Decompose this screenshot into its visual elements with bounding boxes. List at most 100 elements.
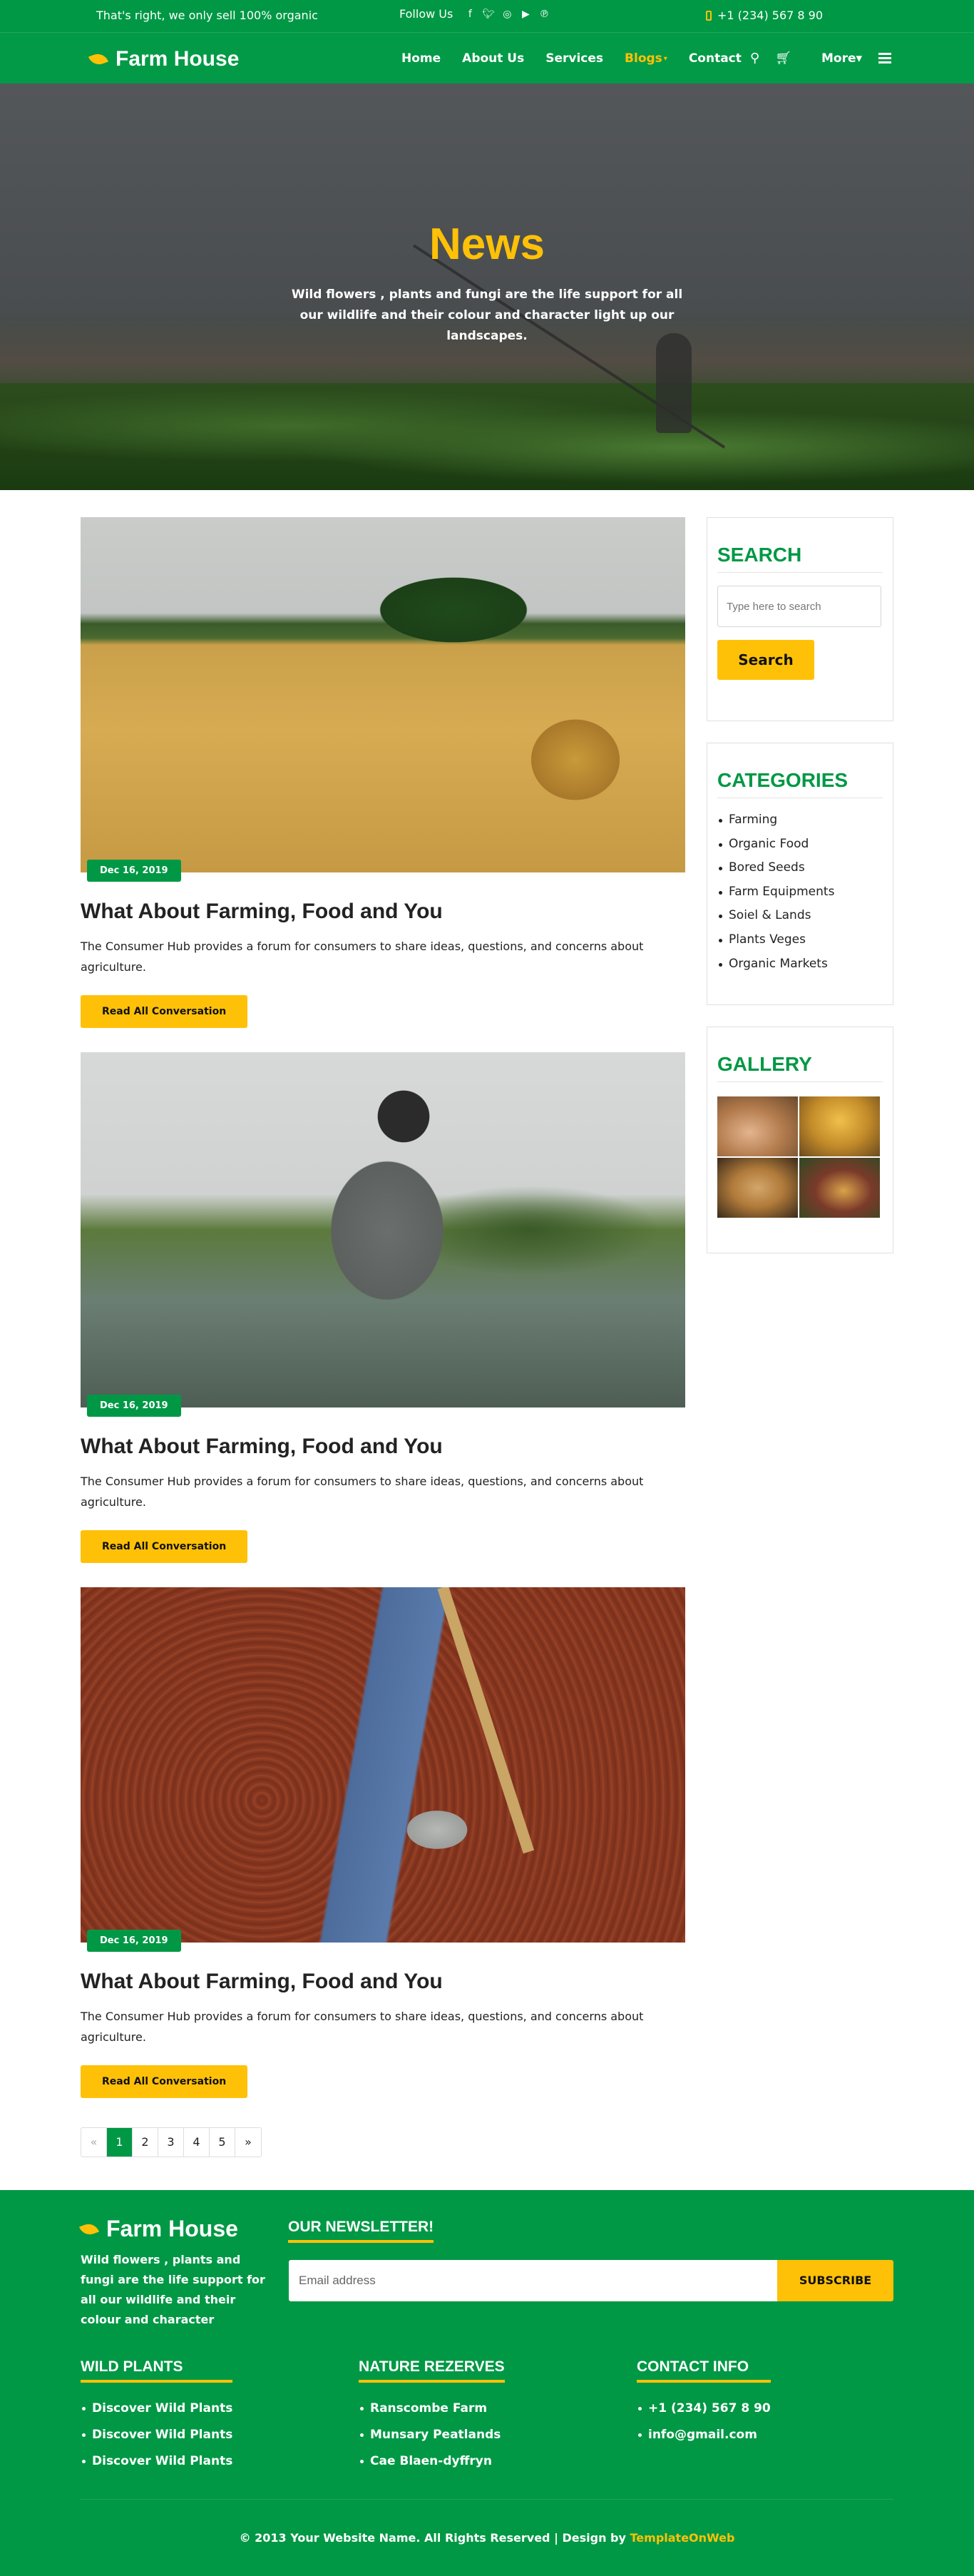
footer-link[interactable]: Ranscombe Farm	[359, 2396, 505, 2422]
leaf-icon	[88, 51, 109, 68]
pagination-page[interactable]: 3	[158, 2128, 184, 2157]
category-item[interactable]: Organic Markets	[717, 952, 883, 977]
search-widget-title: SEARCH	[717, 544, 883, 573]
footer-col-title: NATURE REZERVES	[359, 2358, 505, 2383]
category-item[interactable]: Organic Food	[717, 833, 883, 857]
gallery-thumb[interactable]	[799, 1158, 880, 1218]
search-button[interactable]: Search	[717, 640, 814, 680]
post-title[interactable]: What About Farming, Food and You	[81, 1970, 685, 1994]
copyright-link[interactable]: TemplateOnWeb	[630, 2531, 735, 2545]
instagram-icon[interactable]: ◎	[501, 9, 513, 20]
gallery-grid	[717, 1096, 883, 1218]
read-more-button[interactable]: Read All Conversation	[81, 1530, 248, 1563]
footer-contact-email[interactable]: info@gmail.com	[637, 2422, 771, 2448]
post-date-badge: Dec 16, 2019	[87, 860, 181, 882]
pagination-page[interactable]: 2	[133, 2128, 158, 2157]
post-date-badge: Dec 16, 2019	[87, 1930, 181, 1952]
site-footer: Farm House Wild flowers , plants and fun…	[0, 2190, 974, 2576]
social-links: Follow Us f 🐦︎ ◎ ▶ ℗	[399, 7, 550, 21]
search-icon[interactable]: ⚲	[750, 51, 759, 66]
nav-item-contact[interactable]: Contact	[689, 51, 742, 66]
pagination-prev[interactable]: «	[81, 2128, 107, 2157]
nav-item-blogs[interactable]: Blogs ▾	[625, 51, 667, 66]
blog-post: Dec 16, 2019 What About Farming, Food an…	[81, 1587, 685, 2098]
post-title[interactable]: What About Farming, Food and You	[81, 1435, 685, 1459]
footer-link[interactable]: Discover Wild Plants	[81, 2448, 232, 2475]
nav-item-home[interactable]: Home	[401, 51, 441, 66]
post-excerpt: The Consumer Hub provides a forum for co…	[81, 2010, 644, 2044]
copyright-text: © 2013 Your Website Name. All Rights Res…	[239, 2531, 626, 2545]
newsletter-title: OUR NEWSLETTER!	[288, 2219, 434, 2243]
top-phone-number: +1 (234) 567 8 90	[717, 9, 824, 22]
brand-name: Farm House	[116, 47, 240, 71]
categories-list: Farming Organic Food Bored Seeds Farm Eq…	[717, 808, 883, 976]
footer-link[interactable]: Munsary Peatlands	[359, 2422, 505, 2448]
category-item[interactable]: Plants Veges	[717, 928, 883, 952]
nav-item-about[interactable]: About Us	[462, 51, 524, 66]
post-image[interactable]	[81, 1052, 685, 1407]
follow-label: Follow Us	[399, 7, 453, 21]
post-image[interactable]	[81, 517, 685, 872]
gallery-title: GALLERY	[717, 1053, 883, 1082]
caret-down-icon: ▾	[663, 54, 667, 63]
subscribe-button[interactable]: SUBSCRIBE	[777, 2260, 893, 2301]
categories-widget: CATEGORIES Farming Organic Food Bored Se…	[707, 743, 893, 1005]
mobile-icon	[706, 10, 712, 21]
footer-contact-phone[interactable]: +1 (234) 567 8 90	[637, 2396, 771, 2422]
brand-logo[interactable]: Farm House	[88, 47, 240, 71]
pinterest-icon[interactable]: ℗	[538, 9, 550, 20]
footer-link[interactable]: Cae Blaen-dyffryn	[359, 2448, 505, 2475]
footer-col-contact: CONTACT INFO +1 (234) 567 8 90 info@gmai…	[637, 2358, 771, 2448]
nav-item-more[interactable]: More▾	[821, 51, 862, 66]
pagination-next[interactable]: »	[235, 2128, 261, 2157]
read-more-button[interactable]: Read All Conversation	[81, 995, 248, 1028]
post-excerpt: The Consumer Hub provides a forum for co…	[81, 940, 644, 974]
read-more-button[interactable]: Read All Conversation	[81, 2065, 248, 2098]
nav-item-services[interactable]: Services	[545, 51, 603, 66]
cart-icon[interactable]: 🛒︎	[775, 51, 791, 66]
leaf-icon	[78, 2220, 100, 2238]
twitter-icon[interactable]: 🐦︎	[482, 9, 495, 20]
hero-banner: News Wild flowers , plants and fungi are…	[0, 83, 974, 490]
page-title: News	[429, 220, 545, 269]
footer-brand-name: Farm House	[106, 2216, 238, 2241]
gallery-thumb[interactable]	[717, 1158, 798, 1218]
footer-col-wild-plants: WILD PLANTS Discover Wild Plants Discove…	[81, 2358, 232, 2475]
blog-post: Dec 16, 2019 What About Farming, Food an…	[81, 517, 685, 1028]
categories-title: CATEGORIES	[717, 769, 883, 798]
footer-col-nature: NATURE REZERVES Ranscombe Farm Munsary P…	[359, 2358, 505, 2475]
category-item[interactable]: Soiel & Lands	[717, 904, 883, 928]
post-image[interactable]	[81, 1587, 685, 1943]
youtube-icon[interactable]: ▶	[520, 9, 531, 20]
gallery-widget: GALLERY	[707, 1027, 893, 1253]
post-title[interactable]: What About Farming, Food and You	[81, 900, 685, 924]
search-widget: SEARCH Search	[707, 517, 893, 721]
top-phone[interactable]: +1 (234) 567 8 90	[706, 9, 823, 22]
list-icon[interactable]	[878, 53, 891, 64]
newsletter-email-input[interactable]	[289, 2260, 777, 2301]
gallery-thumb[interactable]	[799, 1096, 880, 1156]
footer-link[interactable]: Discover Wild Plants	[81, 2396, 232, 2422]
facebook-icon[interactable]: f	[464, 9, 476, 20]
category-item[interactable]: Bored Seeds	[717, 856, 883, 880]
pagination-page[interactable]: 4	[184, 2128, 210, 2157]
gallery-thumb[interactable]	[717, 1096, 798, 1156]
footer-brand[interactable]: Farm House	[78, 2216, 238, 2242]
pagination-page[interactable]: 5	[210, 2128, 235, 2157]
category-item[interactable]: Farming	[717, 808, 883, 833]
nav-icons: ⚲ 🛒︎	[750, 51, 791, 66]
pagination-page[interactable]: 1	[107, 2128, 133, 2157]
blog-post: Dec 16, 2019 What About Farming, Food an…	[81, 1052, 685, 1563]
footer-divider	[81, 2499, 893, 2500]
category-item[interactable]: Farm Equipments	[717, 880, 883, 905]
main-menu: Home About Us Services Blogs ▾ Contact	[401, 51, 742, 66]
hero-subtitle: Wild flowers , plants and fungi are the …	[291, 287, 683, 343]
nav-item-more-label: More	[821, 51, 856, 66]
footer-link[interactable]: Discover Wild Plants	[81, 2422, 232, 2448]
tagline: That's right, we only sell 100% organic	[96, 9, 318, 22]
post-date-badge: Dec 16, 2019	[87, 1395, 181, 1417]
search-input[interactable]	[717, 586, 881, 627]
top-bar: That's right, we only sell 100% organic …	[0, 0, 974, 32]
footer-col-title: CONTACT INFO	[637, 2358, 771, 2383]
copyright: © 2013 Your Website Name. All Rights Res…	[0, 2531, 974, 2545]
